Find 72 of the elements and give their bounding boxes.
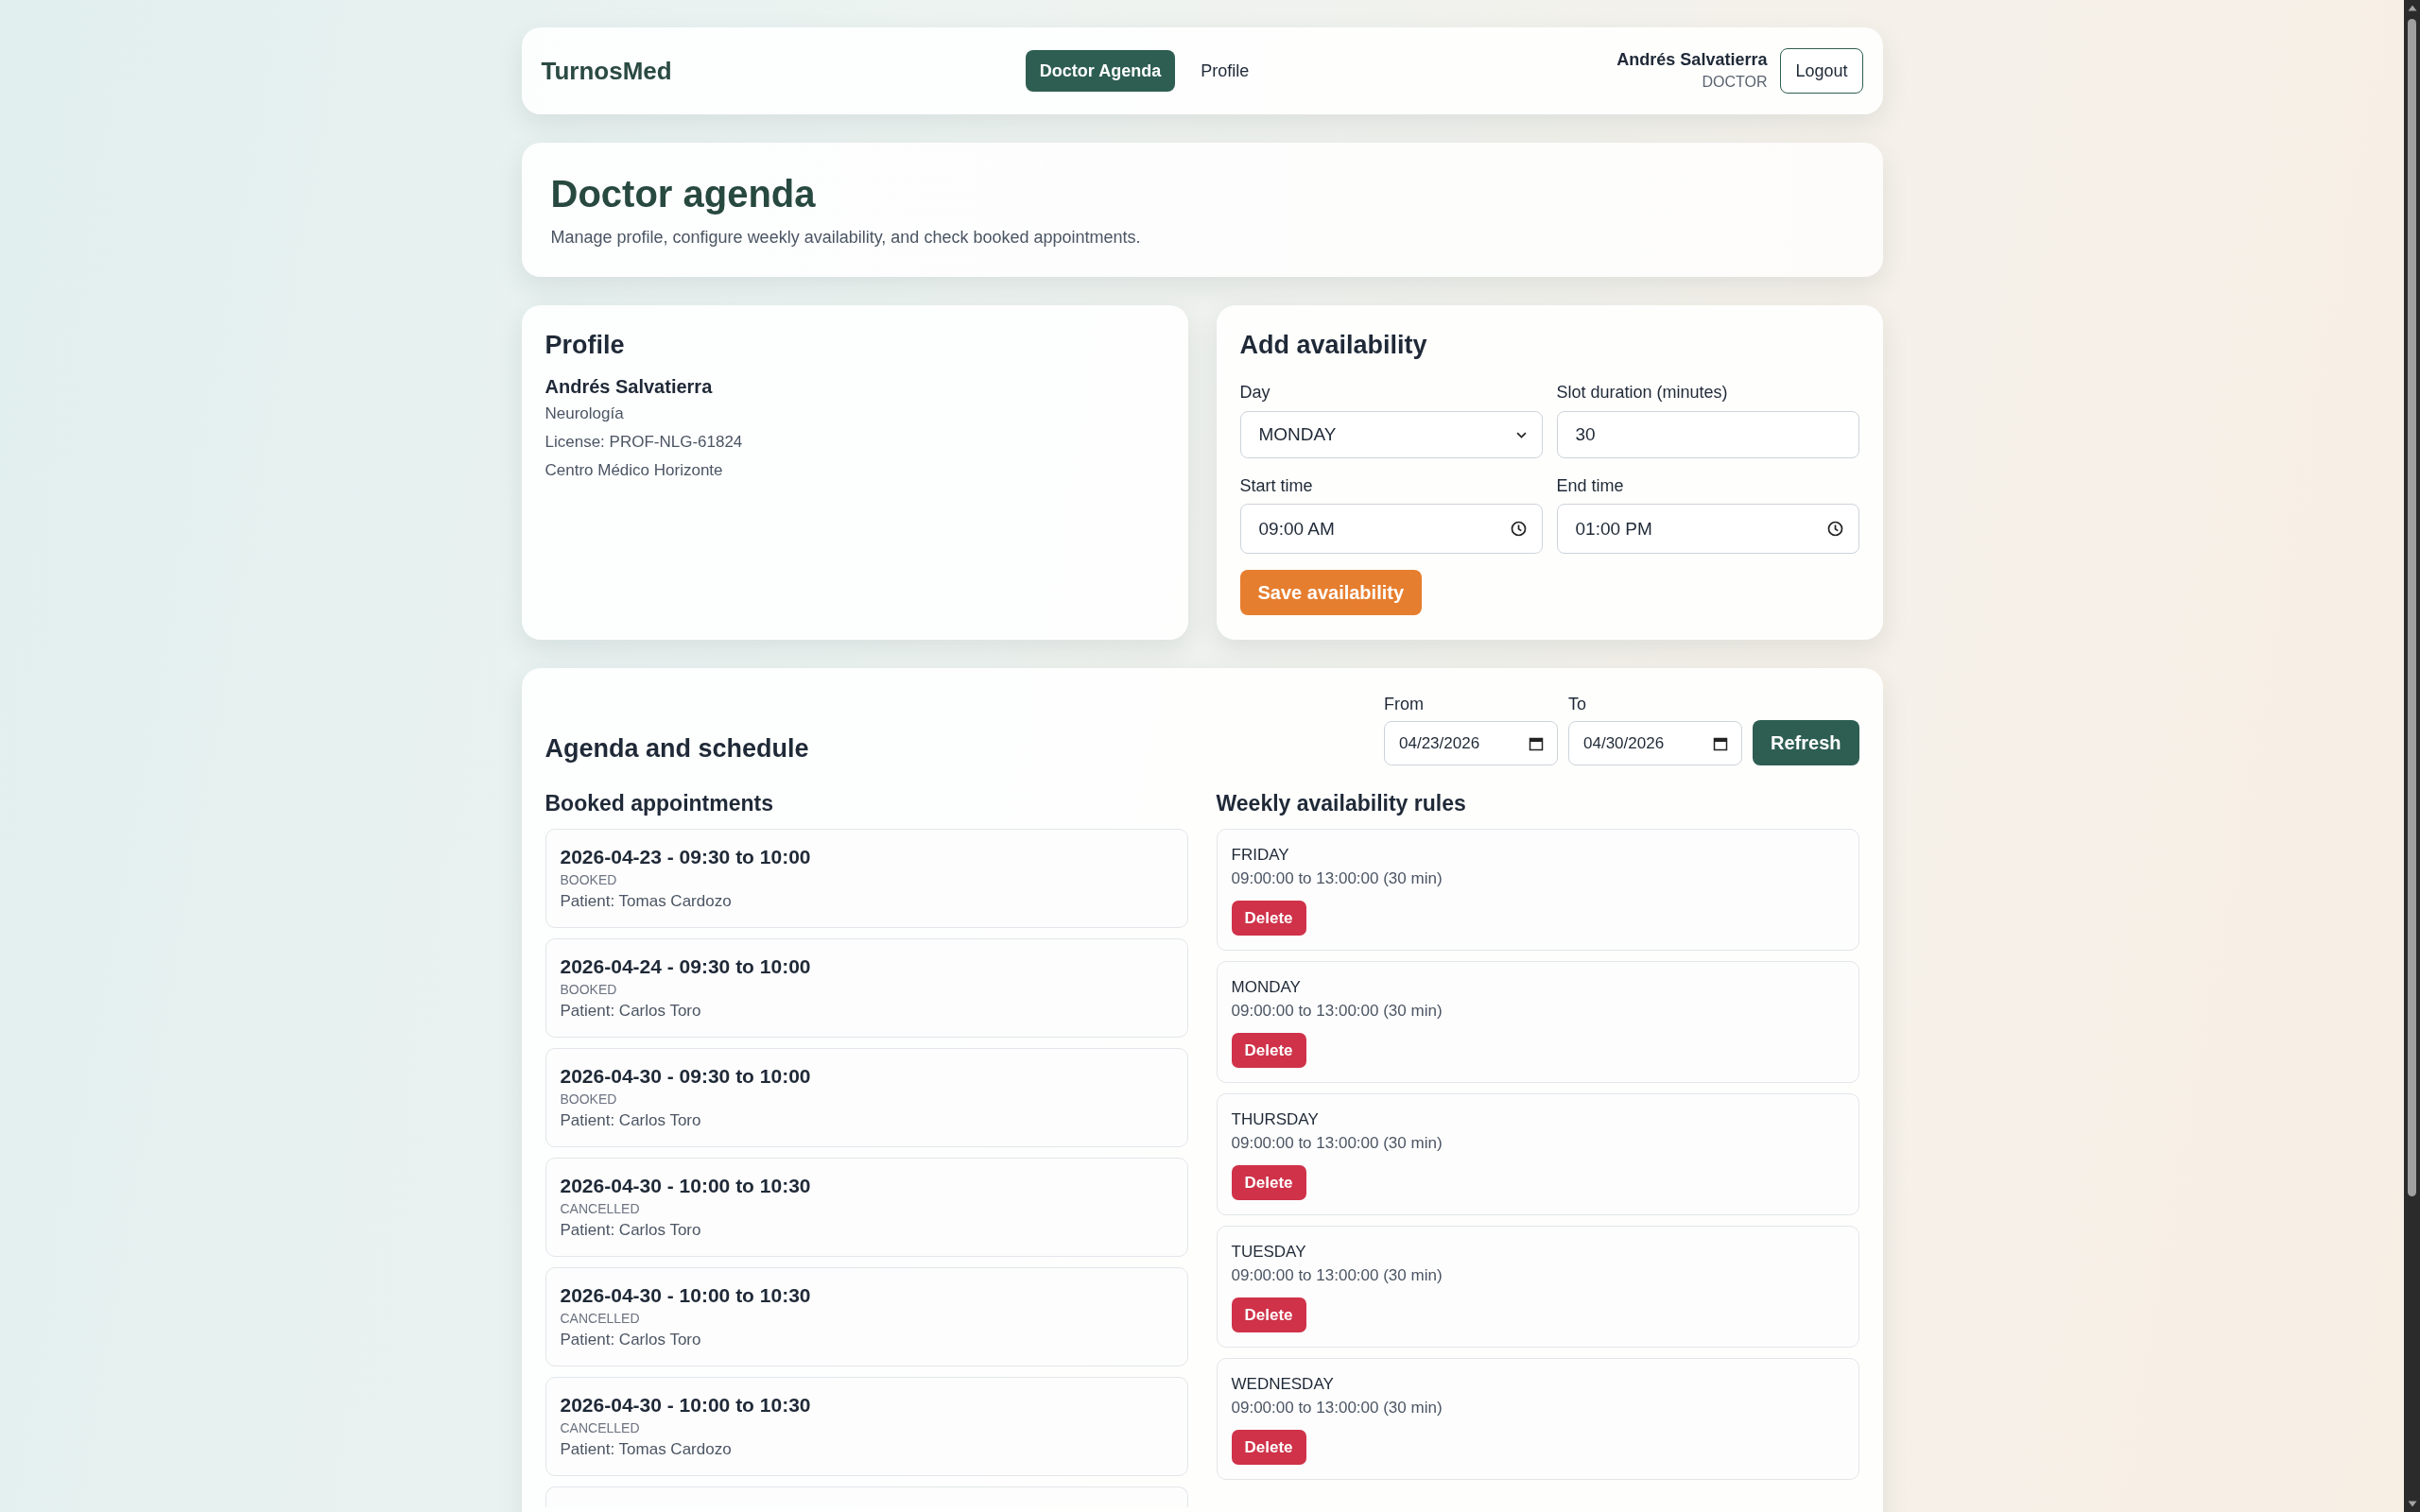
delete-button[interactable]: Delete bbox=[1231, 1165, 1306, 1200]
date-field[interactable]: 04/23/2026 bbox=[1384, 721, 1558, 765]
rule-day: THURSDAY bbox=[1231, 1108, 1319, 1131]
rule-hours: 09:00:00 to 13:00:00 (30 min) bbox=[1231, 868, 1443, 889]
scroll-up-arrow-icon[interactable] bbox=[2407, 5, 2417, 11]
refresh-button[interactable]: Refresh bbox=[1753, 720, 1859, 765]
field-label: From bbox=[1384, 694, 1424, 715]
day-select[interactable]: MONDAY bbox=[1239, 411, 1543, 458]
patient-name: Patient: Carlos Toro bbox=[560, 1001, 702, 1022]
appointment-status: CANCELLED bbox=[560, 1200, 641, 1218]
number-field[interactable]: 30 bbox=[1556, 411, 1859, 458]
appointment-time: 2026-04-30 - 10:00 to 10:30 bbox=[560, 1283, 812, 1308]
logout-button[interactable]: Logout bbox=[1780, 48, 1863, 94]
user-name: Andrés Salvatierra bbox=[1616, 49, 1768, 71]
patient-name: Patient: Carlos Toro bbox=[560, 1110, 702, 1131]
field-label: Start time bbox=[1239, 475, 1313, 497]
page-title: Doctor agenda bbox=[550, 172, 817, 216]
delete-button[interactable]: Delete bbox=[1231, 901, 1306, 936]
delete-button[interactable]: Delete bbox=[1231, 1033, 1306, 1068]
rule-hours: 09:00:00 to 13:00:00 (30 min) bbox=[1231, 1133, 1443, 1154]
field-label: Day bbox=[1239, 382, 1270, 404]
user-role: DOCTOR bbox=[1702, 73, 1768, 92]
list-title: Booked appointments bbox=[544, 790, 774, 817]
nav-link[interactable]: Doctor Agenda bbox=[1025, 50, 1176, 92]
appointment-time: 2026-04-24 - 09:30 to 10:00 bbox=[560, 954, 812, 979]
field-label: Slot duration (minutes) bbox=[1556, 382, 1728, 404]
calendar-icon bbox=[1529, 735, 1544, 751]
date-field[interactable]: 04/30/2026 bbox=[1568, 721, 1742, 765]
brand-name: TurnosMed bbox=[541, 56, 672, 86]
clock-icon bbox=[1826, 521, 1843, 537]
profile-detail: Neurología bbox=[544, 404, 625, 424]
doctor-name: Andrés Salvatierra bbox=[544, 375, 714, 399]
appointment-time: 2026-04-30 - 10:00 to 10:30 bbox=[560, 1393, 812, 1418]
appointment-status: BOOKED bbox=[560, 871, 618, 889]
rule-hours: 09:00:00 to 13:00:00 (30 min) bbox=[1231, 1265, 1443, 1286]
nav-link[interactable]: Profile bbox=[1186, 50, 1264, 92]
appointment-time: 2026-04-23 - 09:30 to 10:00 bbox=[560, 845, 812, 869]
appointment-status: CANCELLED bbox=[560, 1419, 641, 1437]
calendar-icon bbox=[1713, 735, 1728, 751]
rule-hours: 09:00:00 to 13:00:00 (30 min) bbox=[1231, 1001, 1443, 1022]
time-field[interactable]: 09:00 AM bbox=[1239, 504, 1543, 554]
section-title: Agenda and schedule bbox=[544, 733, 809, 765]
appointment-time: 2026-04-30 - 10:00 to 10:30 bbox=[560, 1174, 812, 1198]
delete-button[interactable]: Delete bbox=[1231, 1430, 1306, 1465]
rule-day: MONDAY bbox=[1231, 976, 1301, 999]
field-label: End time bbox=[1556, 475, 1624, 497]
section-title: Add availability bbox=[1239, 330, 1428, 361]
profile-detail: Centro Médico Horizonte bbox=[544, 460, 724, 481]
time-field[interactable]: 01:00 PM bbox=[1556, 504, 1859, 554]
scroll-down-arrow-icon[interactable] bbox=[2407, 1501, 2417, 1507]
scrollbar-thumb[interactable] bbox=[2408, 19, 2416, 1196]
rule-day: TUESDAY bbox=[1231, 1241, 1306, 1263]
field-label: To bbox=[1568, 694, 1587, 715]
appointment-time: 2026-04-30 - 09:30 to 10:00 bbox=[560, 1064, 812, 1089]
rule-day: WEDNESDAY bbox=[1231, 1373, 1334, 1396]
appointment-status: BOOKED bbox=[560, 981, 618, 999]
clock-icon bbox=[1510, 521, 1527, 537]
appointment-status: CANCELLED bbox=[560, 1310, 641, 1328]
profile-detail: License: PROF-NLG-61824 bbox=[544, 432, 744, 453]
section-title: Profile bbox=[544, 330, 626, 361]
delete-button[interactable]: Delete bbox=[1231, 1297, 1306, 1332]
patient-name: Patient: Tomas Cardozo bbox=[560, 891, 733, 912]
scrollbar-track[interactable] bbox=[2404, 0, 2420, 1512]
patient-name: Patient: Tomas Cardozo bbox=[560, 1439, 733, 1460]
rule-day: FRIDAY bbox=[1231, 844, 1289, 867]
page-subtitle: Manage profile, configure weekly availability, and check booked appointments. bbox=[550, 227, 1142, 249]
chevron-down-icon bbox=[1515, 431, 1527, 438]
patient-name: Patient: Carlos Toro bbox=[560, 1330, 702, 1350]
patient-name: Patient: Carlos Toro bbox=[560, 1220, 702, 1241]
rule-hours: 09:00:00 to 13:00:00 (30 min) bbox=[1231, 1398, 1443, 1418]
appointment-status: BOOKED bbox=[560, 1091, 618, 1108]
list-title: Weekly availability rules bbox=[1216, 790, 1467, 817]
